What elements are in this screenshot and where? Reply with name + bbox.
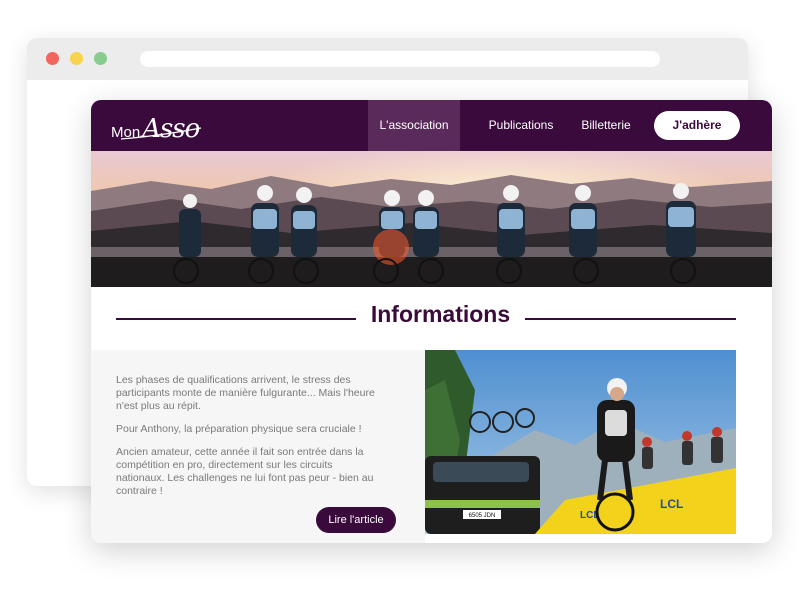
- heading-divider-left: [116, 318, 356, 320]
- browser-toolbar: [27, 38, 748, 80]
- nav-item-publications[interactable]: Publications: [476, 100, 566, 151]
- banner-text-2: LCL: [660, 497, 683, 511]
- article-paragraph: Ancien amateur, cette année il fait son …: [116, 446, 374, 497]
- close-window-dot[interactable]: [46, 52, 59, 65]
- car-plate: 6505 JDN: [469, 513, 496, 519]
- logo-swoosh-icon: [120, 127, 202, 140]
- section-heading: Informations: [91, 300, 772, 334]
- article-photo: 6505 JDN LCL LCL: [425, 350, 736, 534]
- address-bar[interactable]: [140, 51, 660, 67]
- navbar: Mon Asso L'association Publications Bill…: [91, 100, 772, 151]
- minimize-window-dot[interactable]: [70, 52, 83, 65]
- website-card: Mon Asso L'association Publications Bill…: [91, 100, 772, 543]
- hero-image: [91, 151, 772, 287]
- nav-item-billetterie[interactable]: Billetterie: [570, 100, 642, 151]
- article-paragraph: Pour Anthony, la préparation physique se…: [116, 423, 362, 435]
- article-excerpt: Les phases de qualifications arrivent, l…: [116, 374, 378, 508]
- section-title: Informations: [370, 301, 511, 327]
- heading-divider-right: [525, 318, 736, 320]
- join-button[interactable]: J'adhère: [654, 111, 740, 140]
- article-paragraph: Les phases de qualifications arrivent, l…: [116, 374, 375, 412]
- article-card: Les phases de qualifications arrivent, l…: [91, 350, 425, 543]
- maximize-window-dot[interactable]: [94, 52, 107, 65]
- read-article-button[interactable]: Lire l'article: [316, 507, 396, 533]
- nav-item-association[interactable]: L'association: [368, 100, 460, 151]
